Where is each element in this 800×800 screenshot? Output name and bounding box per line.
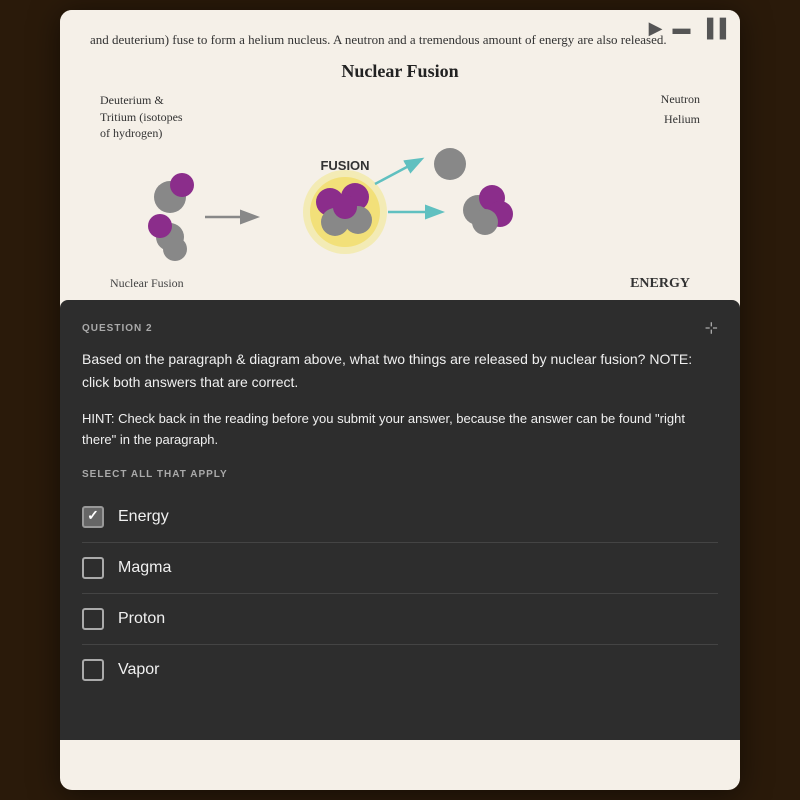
pin-icon[interactable]: ⊹: [705, 318, 718, 338]
caption-energy: ENERGY: [630, 276, 690, 292]
answer-magma-label: Magma: [118, 559, 171, 577]
play-icon[interactable]: ▶: [649, 18, 663, 39]
select-all-label: SELECT ALL THAT APPLY: [82, 469, 718, 480]
reading-area: and deuterium) fuse to form a helium nuc…: [60, 10, 740, 292]
option-magma[interactable]: Magma: [82, 543, 718, 594]
checkbox-proton[interactable]: [82, 608, 104, 630]
checkbox-energy[interactable]: ✓: [82, 506, 104, 528]
answer-proton-label: Proton: [118, 610, 165, 628]
helium-label: Helium: [664, 112, 700, 127]
option-energy[interactable]: ✓ Energy: [82, 492, 718, 543]
answer-energy-label: Energy: [118, 508, 169, 526]
diagram-labels: Deuterium & Tritium (isotopes of hydroge…: [90, 92, 710, 142]
checkmark-energy: ✓: [87, 508, 99, 525]
question-text: Based on the paragraph & diagram above, …: [82, 348, 718, 393]
note-icon[interactable]: ▬: [672, 18, 690, 39]
caption-left: Nuclear Fusion: [110, 276, 184, 292]
diagram-section: Nuclear Fusion Deuterium & Tritium (isot…: [90, 61, 710, 292]
tablet-frame: ▶ ▬ ▐▐ and deuterium) fuse to form a hel…: [60, 10, 740, 790]
answer-options: ✓ Energy Magma Proton Vapor: [82, 492, 718, 695]
answer-vapor-label: Vapor: [118, 661, 160, 679]
fusion-svg: FUSION: [110, 142, 690, 272]
question-panel: QUESTION 2 ⊹ Based on the paragraph & di…: [60, 300, 740, 740]
chart-icon[interactable]: ▐▐: [700, 18, 726, 39]
svg-text:FUSION: FUSION: [320, 158, 369, 173]
diagram-caption: Nuclear Fusion ENERGY: [90, 276, 710, 292]
hint-text: HINT: Check back in the reading before y…: [82, 409, 718, 451]
question-header: QUESTION 2 ⊹: [82, 318, 718, 338]
label-left: Deuterium & Tritium (isotopes of hydroge…: [100, 92, 183, 142]
checkbox-vapor[interactable]: [82, 659, 104, 681]
question-label: QUESTION 2: [82, 323, 153, 334]
top-bar: ▶ ▬ ▐▐: [635, 10, 740, 47]
diagram-title: Nuclear Fusion: [90, 61, 710, 82]
reading-text: and deuterium) fuse to form a helium nuc…: [90, 30, 710, 51]
option-proton[interactable]: Proton: [82, 594, 718, 645]
checkbox-magma[interactable]: [82, 557, 104, 579]
label-right-group: Neutron Helium: [661, 92, 700, 127]
neutron-label: Neutron: [661, 92, 700, 107]
option-vapor[interactable]: Vapor: [82, 645, 718, 695]
